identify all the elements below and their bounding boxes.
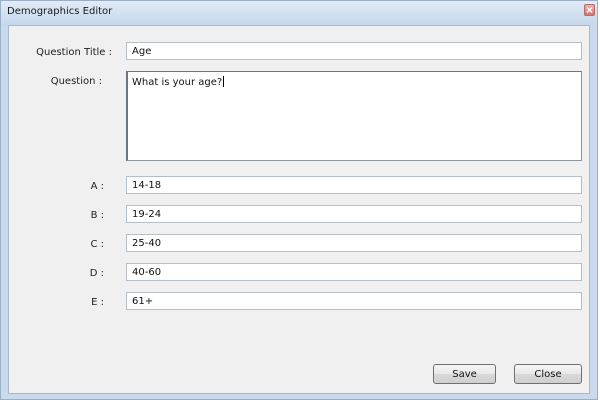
answer-b-input[interactable]: 19-24 (126, 205, 582, 223)
close-button[interactable]: Close (514, 364, 582, 384)
answer-e-input[interactable]: 61+ (126, 292, 582, 310)
question-label: Question : (50, 76, 102, 87)
window-title: Demographics Editor (7, 6, 113, 17)
answer-a-label: A : (90, 181, 104, 192)
question-textarea[interactable]: What is your age? (126, 71, 582, 161)
answer-e-label: E : (91, 297, 104, 308)
answer-d-input[interactable]: 40-60 (126, 263, 582, 281)
question-title-label: Question Title : (36, 47, 112, 58)
save-button[interactable]: Save (433, 364, 496, 384)
question-title-input[interactable]: Age (126, 42, 582, 60)
answer-c-input[interactable]: 25-40 (126, 234, 582, 252)
demographics-editor-window: Demographics Editor Question Title : Age… (0, 0, 598, 400)
close-icon (586, 7, 593, 13)
title-bar[interactable]: Demographics Editor (1, 1, 597, 25)
question-text: What is your age? (132, 77, 223, 88)
window-close-button[interactable] (584, 4, 595, 16)
answer-c-label: C : (90, 239, 104, 250)
answer-b-label: B : (90, 210, 104, 221)
answer-a-input[interactable]: 14-18 (126, 176, 582, 194)
text-caret (223, 76, 225, 87)
editor-panel: Question Title : Age Question : What is … (8, 25, 590, 394)
answer-d-label: D : (89, 268, 104, 279)
